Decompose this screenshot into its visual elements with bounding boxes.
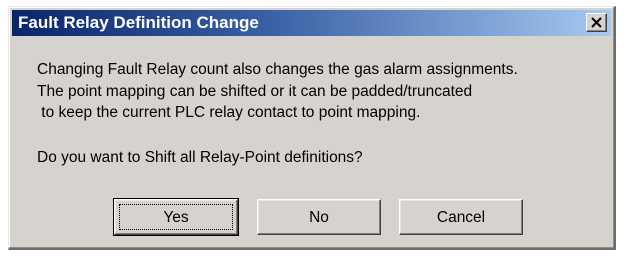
title-bar[interactable]: Fault Relay Definition Change: [12, 10, 611, 36]
message-line: Changing Fault Relay count also changes …: [37, 61, 518, 78]
cancel-button-label: Cancel: [436, 208, 486, 226]
message-text: Changing Fault Relay count also changes …: [37, 59, 518, 124]
no-button[interactable]: No: [257, 199, 381, 235]
question-text: Do you want to Shift all Relay-Point def…: [37, 149, 363, 166]
yes-button[interactable]: Yes: [113, 198, 239, 236]
message-line: to keep the current PLC relay contact to…: [37, 104, 421, 121]
no-button-label: No: [309, 208, 329, 226]
message-line: The point mapping can be shifted or it c…: [37, 82, 473, 100]
dialog-window: Fault Relay Definition Change Changing F…: [8, 6, 616, 250]
close-button[interactable]: [586, 13, 607, 32]
dialog-title: Fault Relay Definition Change: [18, 13, 259, 32]
yes-button-label: Yes: [163, 208, 189, 226]
cancel-button[interactable]: Cancel: [399, 199, 523, 235]
close-icon: [591, 17, 602, 28]
